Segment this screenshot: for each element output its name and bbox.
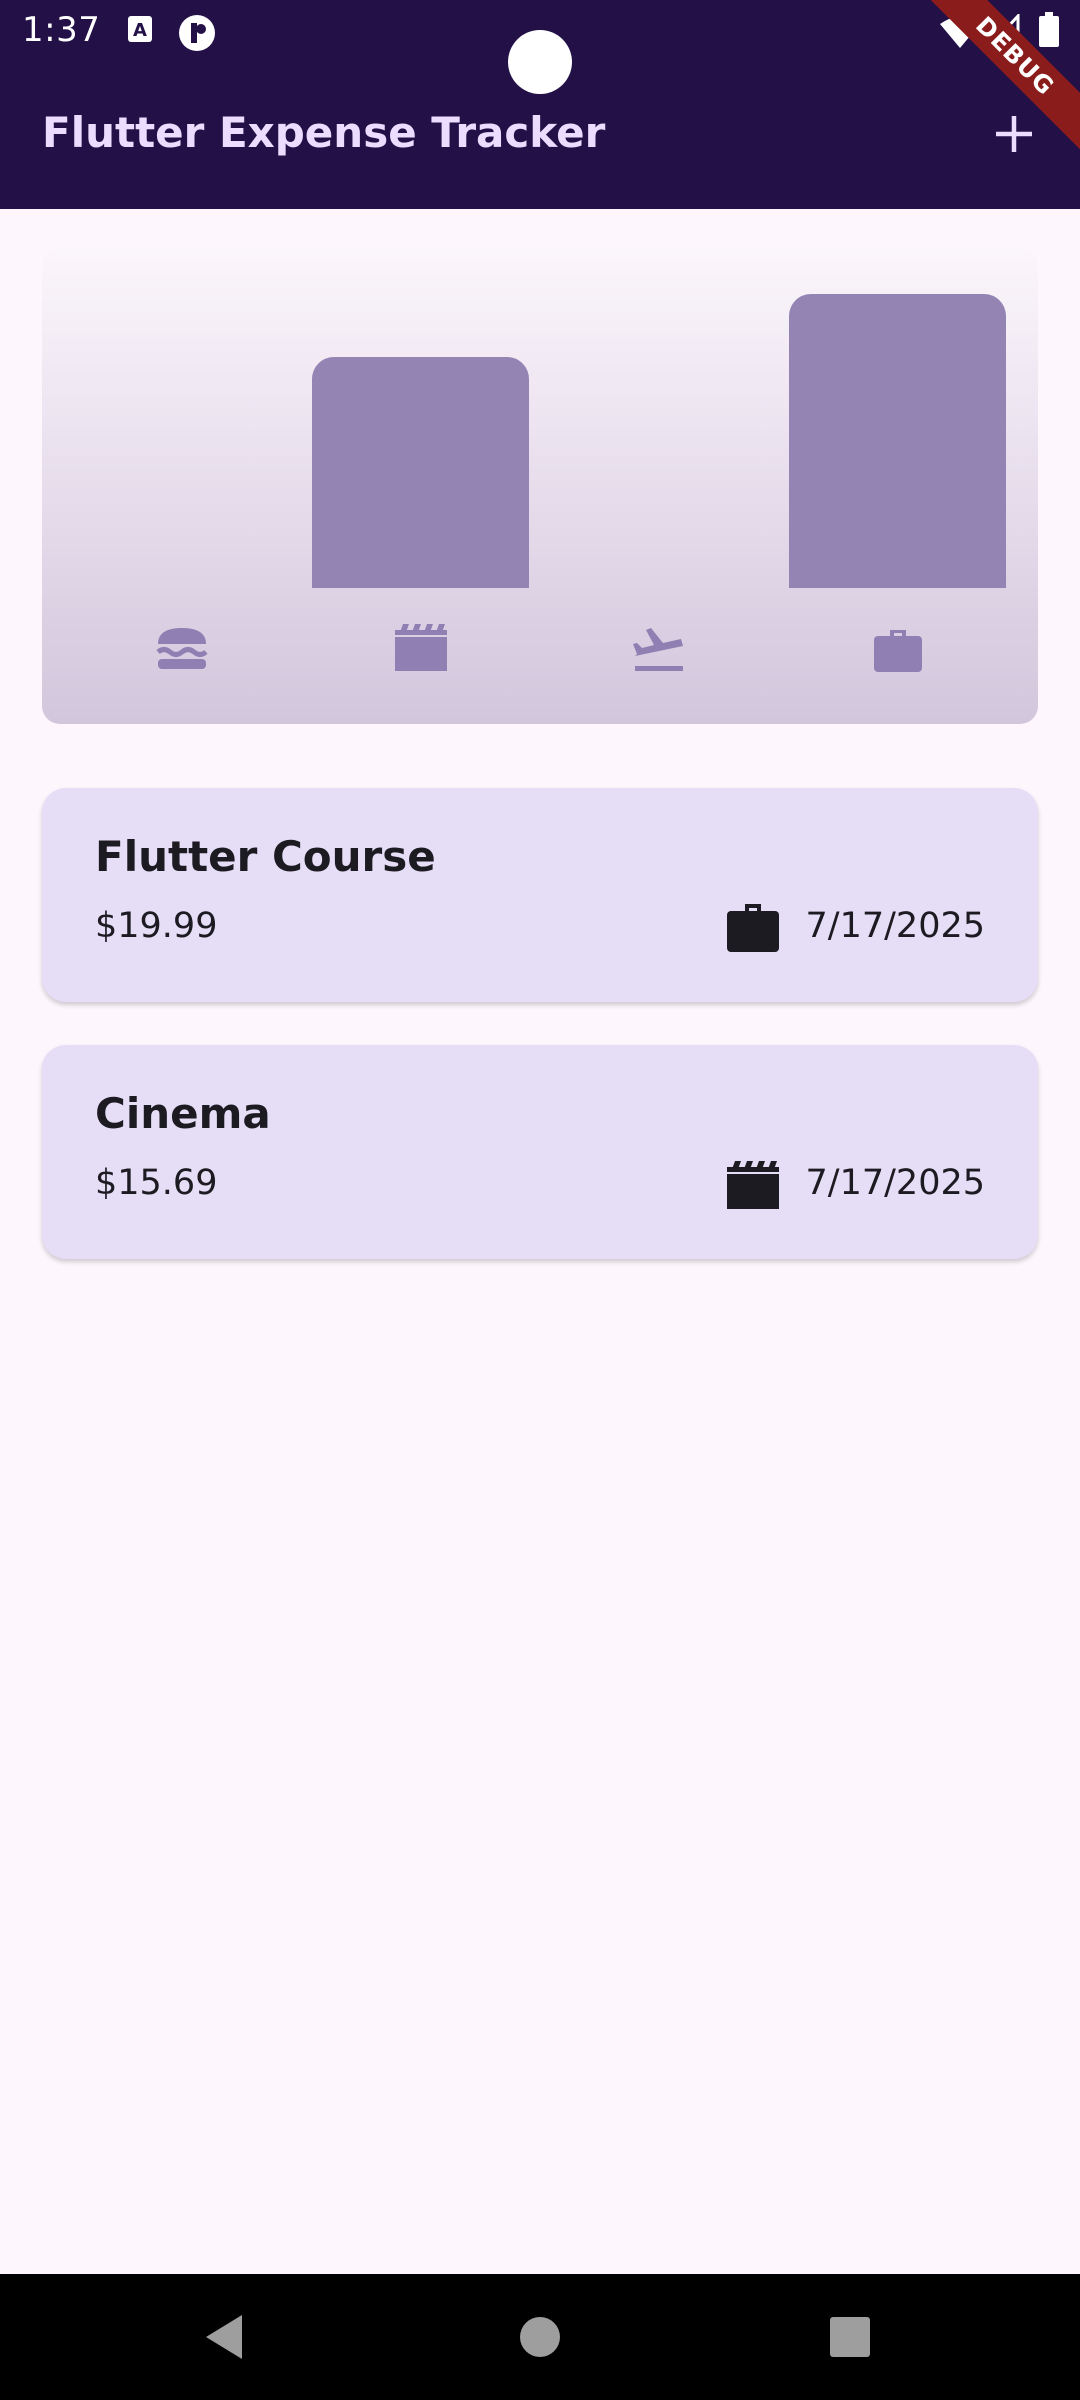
a-notification-icon: A	[126, 14, 154, 48]
chart-bars	[42, 248, 1038, 588]
flight-takeoff-icon	[631, 620, 687, 676]
svg-text:A: A	[133, 20, 147, 41]
chart-bar-leisure	[312, 357, 529, 588]
status-time: 1:37	[22, 10, 101, 50]
recents-icon[interactable]	[820, 2307, 880, 2367]
movie-clapper-icon	[393, 620, 449, 676]
expense-title: Cinema	[95, 1089, 271, 1138]
briefcase-icon	[725, 900, 781, 956]
chart-bar-work	[789, 294, 1006, 588]
expense-amount: $15.69	[95, 1163, 218, 1203]
briefcase-icon	[870, 620, 926, 676]
expense-card[interactable]: Cinema $15.69 7/17/2025	[42, 1045, 1038, 1259]
back-icon[interactable]	[196, 2307, 256, 2367]
plus-icon	[992, 112, 1036, 160]
navigation-bar	[0, 2274, 1080, 2400]
add-expense-button[interactable]	[978, 100, 1050, 172]
app-title: Flutter Expense Tracker	[42, 108, 606, 157]
expense-chart	[42, 248, 1038, 724]
circle-notification-icon	[178, 14, 216, 56]
expense-title: Flutter Course	[95, 832, 436, 881]
home-icon[interactable]	[510, 2307, 570, 2367]
movie-clapper-icon	[725, 1157, 781, 1213]
expense-card[interactable]: Flutter Course $19.99 7/17/2025	[42, 788, 1038, 1002]
expense-amount: $19.99	[95, 906, 218, 946]
expense-date: 7/17/2025	[805, 1163, 985, 1203]
expense-date: 7/17/2025	[805, 906, 985, 946]
camera-cutout	[508, 30, 572, 94]
food-icon	[154, 620, 210, 676]
battery-icon	[1038, 12, 1060, 52]
